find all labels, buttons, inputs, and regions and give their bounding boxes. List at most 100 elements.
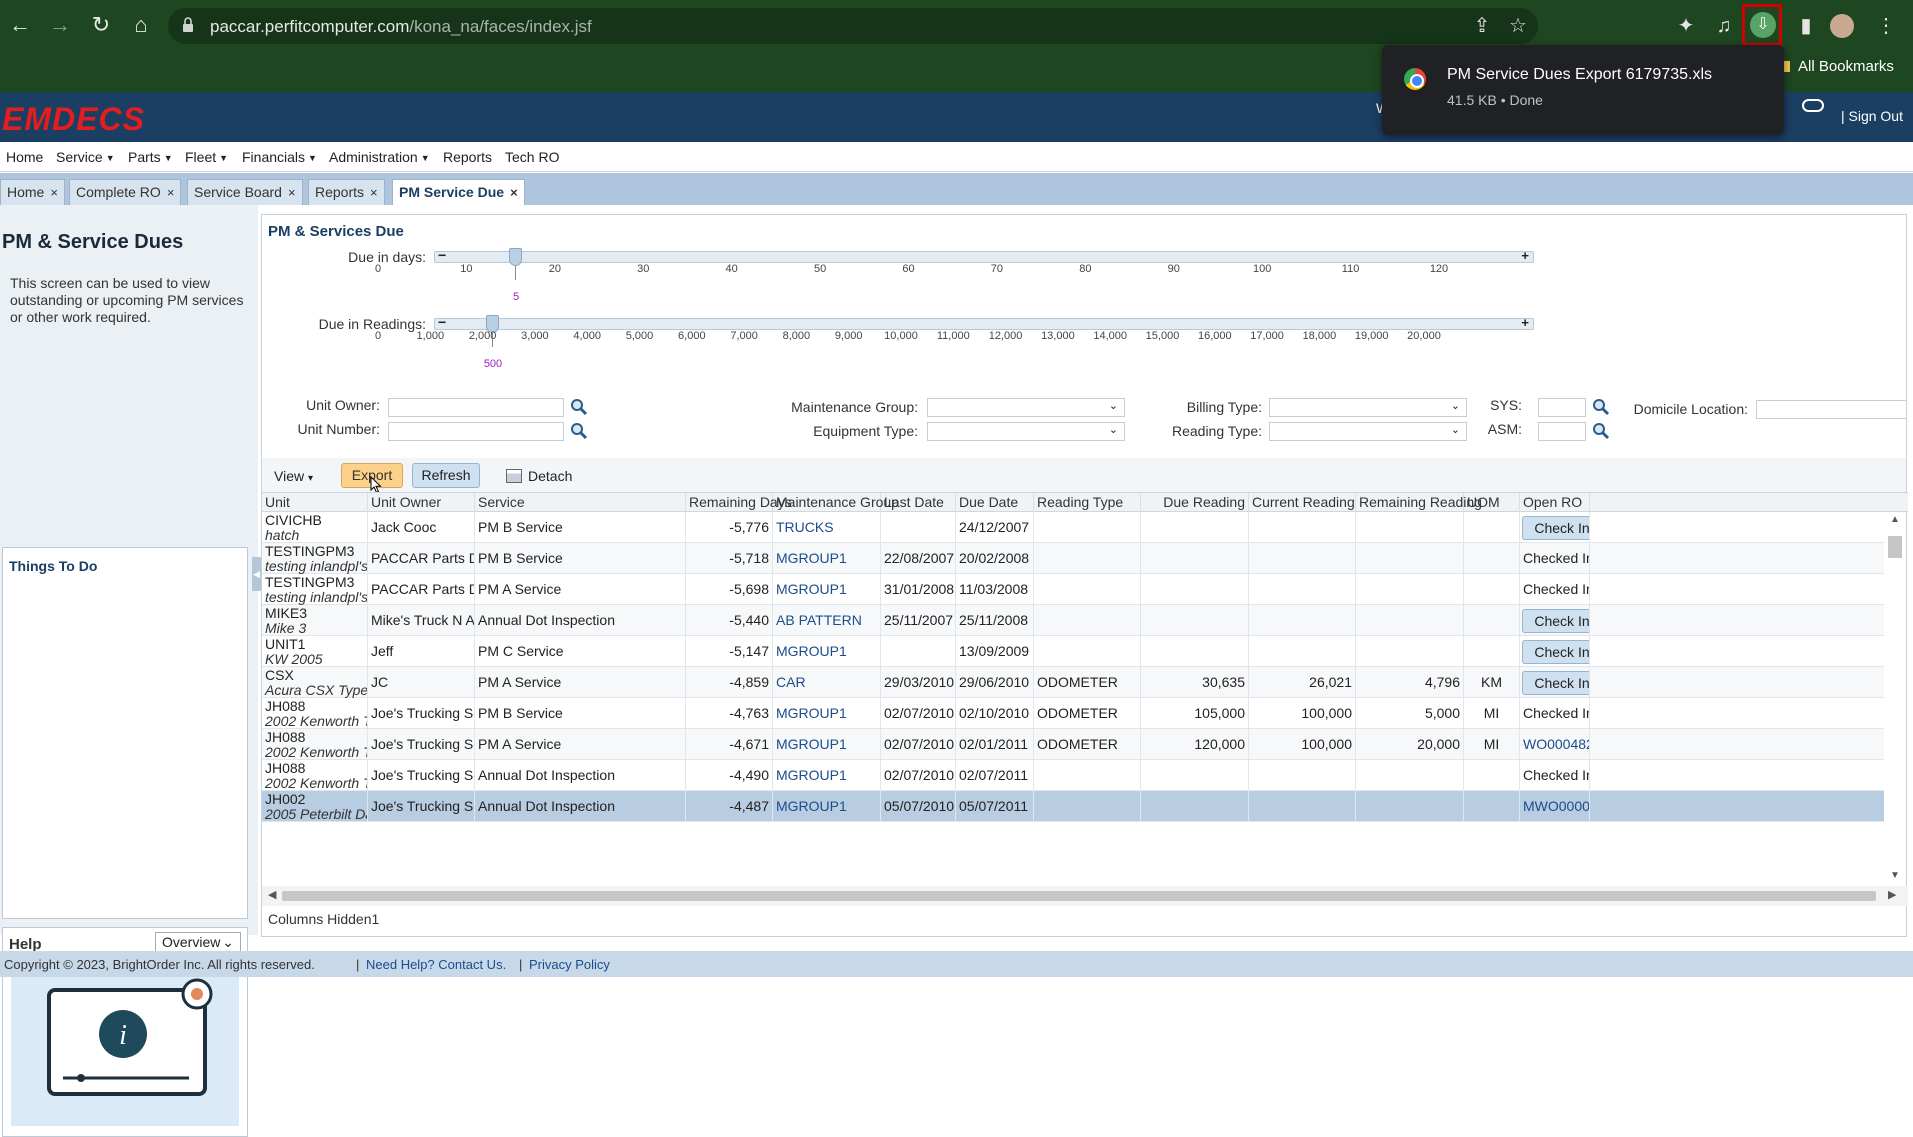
menu-reports[interactable]: Reports [443,149,492,165]
unit-cell[interactable]: TESTINGPM3testing inlandpl's p... [262,543,368,574]
close-icon[interactable]: × [50,185,58,200]
group-cell[interactable]: MGROUP1 [773,636,881,667]
asm-input[interactable] [1538,422,1586,441]
close-icon[interactable]: × [288,185,296,200]
slider-plus-icon[interactable]: + [1521,315,1529,330]
close-icon[interactable]: × [510,185,518,200]
view-menu-button[interactable]: View ▾ [274,468,313,484]
table-row[interactable]: JH0882002 Kenworth Tr...Joe's Trucking S… [262,760,1884,791]
search-icon[interactable] [570,422,588,440]
unit-cell[interactable]: CSXAcura CSX Type S [262,667,368,698]
unit-owner-input[interactable] [388,398,564,417]
contact-us-link[interactable]: Need Help? Contact Us. [366,957,506,972]
download-filename[interactable]: PM Service Dues Export 6179735.xls [1447,66,1712,84]
address-bar[interactable]: paccar.perfitcomputer.com/kona_na/faces/… [168,8,1538,44]
column-header[interactable]: Unit [262,493,368,512]
menu-kebab-icon[interactable]: ⋮ [1872,12,1900,40]
table-row[interactable]: CSXAcura CSX Type SJCPM A Service-4,859C… [262,667,1884,698]
tab-reports[interactable]: Reports × [308,179,385,205]
detach-button[interactable]: Detach [506,468,572,484]
horizontal-scrollbar[interactable]: ◀ ▶ [262,886,1908,906]
columns-hidden[interactable]: Columns Hidden1 [268,911,379,927]
column-header[interactable]: UOM [1464,493,1520,512]
all-bookmarks[interactable]: All Bookmarks [1776,58,1894,75]
column-header[interactable]: Last Date [881,493,956,512]
group-cell[interactable]: MGROUP1 [773,729,881,760]
domicile-location-input[interactable] [1756,400,1906,419]
forward-icon[interactable]: → [45,10,75,40]
menu-home[interactable]: Home [6,149,43,165]
check-in-button[interactable]: Check In [1522,609,1589,633]
group-cell[interactable]: MGROUP1 [773,760,881,791]
column-header[interactable]: Maintenance Group [773,493,899,512]
unit-cell[interactable]: JH0882002 Kenworth Tr... [262,760,368,791]
unit-cell[interactable]: MIKE3 Mike 3 [262,605,368,636]
open-ro-cell[interactable]: MWO000016 [1520,791,1590,822]
close-icon[interactable]: × [167,185,175,200]
equipment-type-select[interactable]: ⌄ [927,422,1125,441]
due-readings-slider[interactable]: − + [434,314,1534,330]
group-cell[interactable]: MGROUP1 [773,698,881,729]
tab-pm-service-due[interactable]: PM Service Due × [392,179,525,205]
billing-type-select[interactable]: ⌄ [1269,398,1467,417]
column-header[interactable]: Due Reading [1141,493,1249,512]
due-days-handle[interactable] [509,248,522,266]
menu-service[interactable]: Service ▼ [56,149,115,165]
unit-cell[interactable]: JH0022005 Peterbilt Day... [262,791,368,822]
sign-out-link[interactable]: | Sign Out [1841,108,1903,124]
menu-parts[interactable]: Parts ▼ [128,149,173,165]
search-icon[interactable] [1592,398,1610,416]
home-icon[interactable]: ⌂ [126,10,156,40]
share-icon[interactable]: ⇪ [1468,12,1496,40]
header-toggle-icon[interactable] [1802,99,1824,112]
media-control-icon[interactable]: ♫ [1710,12,1738,40]
help-video-thumbnail[interactable]: i [11,958,239,1126]
column-header[interactable]: Reading Type [1034,493,1141,512]
group-cell[interactable]: MGROUP1 [773,543,881,574]
check-in-button[interactable]: Check In [1522,671,1589,695]
group-cell[interactable]: MGROUP1 [773,791,881,822]
group-cell[interactable]: CAR [773,667,881,698]
table-row[interactable]: TESTINGPM3testing inlandpl's p...PACCAR … [262,543,1884,574]
unit-cell[interactable]: TESTINGPM3testing inlandpl's p... [262,574,368,605]
table-row[interactable]: MIKE3Mike 3Mike's Truck N AutoAnnual Dot… [262,605,1884,636]
group-cell[interactable]: TRUCKS [773,512,881,543]
table-row[interactable]: UNIT1 KW 2005 Jeff PM C Service -5,147 MGROUP… [262,636,1884,667]
column-header[interactable]: Open RO [1520,493,1590,512]
column-header[interactable]: Remaining Days [686,493,792,512]
open-ro-cell[interactable]: WO000482 [1520,729,1590,760]
column-header[interactable]: Unit Owner [368,493,475,512]
scroll-right-icon[interactable]: ▶ [1888,888,1896,901]
column-header[interactable]: Service [475,493,686,512]
menu-financials[interactable]: Financials ▼ [242,149,317,165]
app-logo[interactable]: EMDECS [2,101,145,138]
menu-fleet[interactable]: Fleet ▼ [185,149,228,165]
extensions-icon[interactable]: ✦ [1672,12,1700,40]
slider-minus-icon[interactable]: − [438,314,446,330]
menu-tech-ro[interactable]: Tech RO [505,149,559,165]
table-row[interactable]: JH0882002 Kenworth Tr...Joe's Trucking S… [262,729,1884,760]
due-days-slider[interactable]: − + [434,247,1534,263]
unit-cell[interactable]: JH0882002 Kenworth Tr... [262,729,368,760]
menu-administration[interactable]: Administration ▼ [329,149,430,165]
column-header[interactable]: Remaining Reading [1356,493,1482,512]
bookmark-star-icon[interactable]: ☆ [1504,12,1532,40]
refresh-button[interactable]: Refresh [412,463,480,488]
scroll-left-icon[interactable]: ◀ [268,888,276,901]
column-header[interactable]: Current Reading [1249,493,1356,512]
tab-service-board[interactable]: Service Board × [187,179,303,205]
vertical-scrollbar[interactable]: ▲ ▼ [1884,512,1906,886]
sys-input[interactable] [1538,398,1586,417]
group-cell[interactable]: MGROUP1 [773,574,881,605]
scroll-up-icon[interactable]: ▲ [1890,514,1900,525]
tab-home[interactable]: Home × [0,179,65,205]
slider-plus-icon[interactable]: + [1521,248,1529,263]
profile-avatar[interactable] [1830,14,1854,38]
scroll-thumb[interactable] [1888,536,1902,558]
column-header[interactable]: Due Date [956,493,1034,512]
reload-icon[interactable]: ↻ [86,10,116,40]
table-row[interactable]: TESTINGPM3testing inlandpl's p...PACCAR … [262,574,1884,605]
panel-splitter[interactable]: ◀ [252,557,261,591]
table-row[interactable]: CIVICHB hatch Jack Cooc PM B Service -5,776 T… [262,512,1884,543]
check-in-button[interactable]: Check In [1522,516,1589,540]
